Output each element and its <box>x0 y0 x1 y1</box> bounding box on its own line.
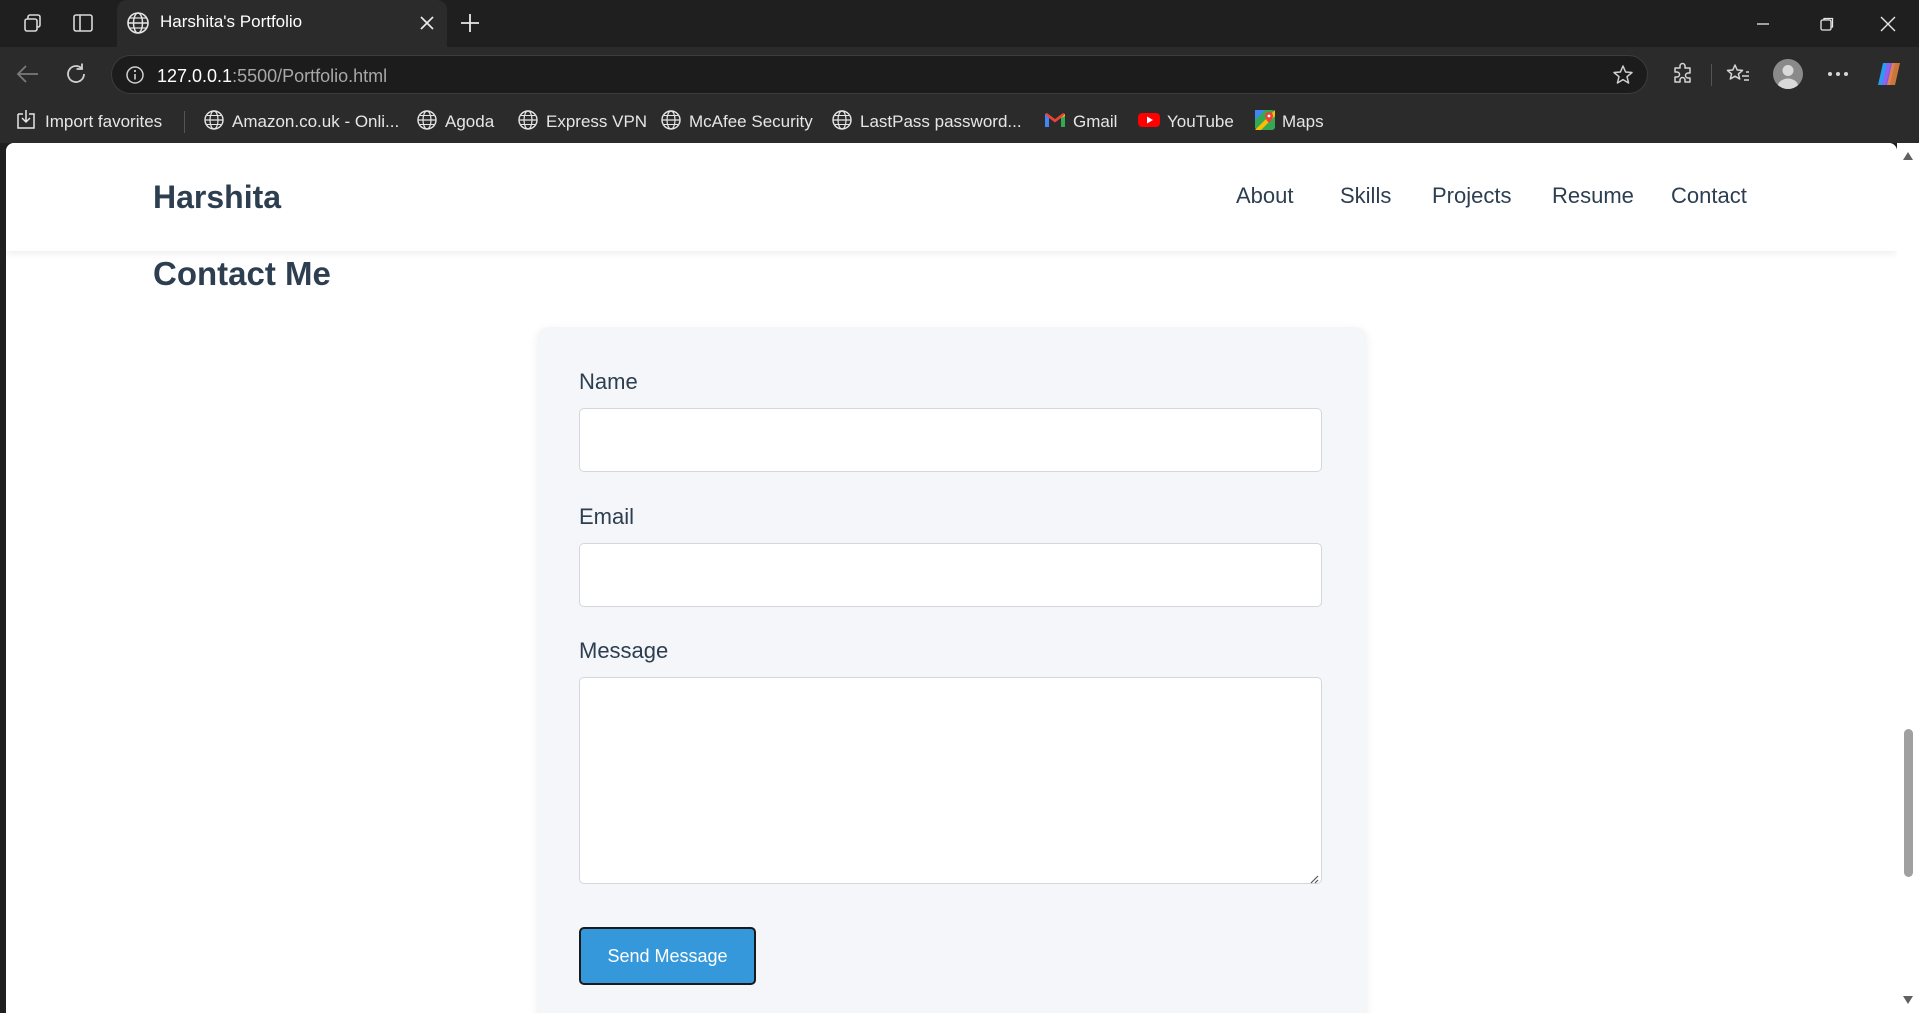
bookmark-agoda[interactable]: Agoda <box>416 109 495 136</box>
vertical-tabs-icon[interactable] <box>68 8 98 38</box>
browser-toolbar: 127.0.0.1:5500/Portfolio.html <box>0 47 1919 101</box>
bookmark-label: Express VPN <box>546 112 648 131</box>
bookmark-label: Import favorites <box>45 112 163 131</box>
send-message-button[interactable]: Send Message <box>579 927 756 985</box>
more-options-icon[interactable] <box>1821 58 1855 90</box>
contact-section-title: Contact Me <box>153 255 331 292</box>
restore-icon[interactable] <box>1796 0 1858 47</box>
active-tab[interactable]: Harshita's Portfolio <box>117 0 447 47</box>
bookmarks-divider <box>184 111 185 133</box>
profile-avatar[interactable] <box>1773 59 1803 89</box>
globe-icon <box>125 10 151 41</box>
message-label: Message <box>579 638 669 663</box>
bookmark-gmail[interactable]: Gmail <box>1044 110 1117 134</box>
youtube-icon <box>1138 112 1160 133</box>
refresh-icon[interactable] <box>60 58 92 90</box>
globe-icon <box>660 109 682 136</box>
bookmark-label: Gmail <box>1073 112 1118 131</box>
bookmark-amazon[interactable]: Amazon.co.uk - Onli... <box>203 109 400 136</box>
globe-icon <box>831 109 853 136</box>
contact-form: Name Email Message Send Message <box>537 327 1367 1013</box>
browser-tab-bar: Harshita's Portfolio <box>0 0 1919 47</box>
bookmark-label: YouTube <box>1167 112 1234 131</box>
extensions-icon[interactable] <box>1666 58 1700 90</box>
nav-contact-link[interactable]: Contact <box>1671 183 1747 209</box>
bookmark-lastpass[interactable]: LastPass password... <box>831 109 1022 136</box>
bookmark-express-vpn[interactable]: Express VPN <box>517 109 648 136</box>
bookmark-label: Maps <box>1282 112 1324 131</box>
bookmark-youtube[interactable]: YouTube <box>1138 110 1234 134</box>
back-icon[interactable] <box>12 58 44 90</box>
nav-about-link[interactable]: About <box>1236 183 1294 209</box>
name-field[interactable] <box>579 408 1322 472</box>
page-scrollbar[interactable] <box>1897 143 1919 1013</box>
new-tab-icon[interactable] <box>455 8 485 38</box>
bookmark-maps[interactable]: Maps <box>1255 109 1324 135</box>
scroll-down-arrow-icon[interactable] <box>1901 993 1915 1007</box>
close-window-icon[interactable] <box>1857 0 1919 47</box>
bookmarks-bar: Import favorites Amazon.co.uk - Onli... … <box>0 101 1919 143</box>
site-header: Harshita About Skills Projects Resume Co… <box>6 143 1897 251</box>
email-field[interactable] <box>579 543 1322 607</box>
globe-icon <box>416 109 438 136</box>
copilot-icon[interactable] <box>1872 58 1906 90</box>
globe-icon <box>517 109 539 136</box>
bookmark-label: Agoda <box>445 112 495 131</box>
nav-resume-link[interactable]: Resume <box>1552 183 1634 209</box>
bookmark-import-favorites[interactable]: Import favorites <box>14 109 163 136</box>
toolbar-divider <box>1711 64 1712 86</box>
site-info-icon[interactable] <box>124 64 146 86</box>
minimize-icon[interactable] <box>1732 0 1794 47</box>
workspaces-icon[interactable] <box>18 8 48 38</box>
message-textarea[interactable] <box>579 677 1322 884</box>
bookmark-mcafee[interactable]: McAfee Security <box>660 109 813 136</box>
tab-title: Harshita's Portfolio <box>160 12 303 31</box>
email-label: Email <box>579 504 635 529</box>
nav-projects-link[interactable]: Projects <box>1432 183 1511 209</box>
page-viewport: Harshita About Skills Projects Resume Co… <box>6 143 1897 1013</box>
nav-skills-link[interactable]: Skills <box>1340 183 1391 209</box>
gmail-icon <box>1044 112 1066 133</box>
url-path: :5500/Portfolio.html <box>232 66 388 86</box>
globe-icon <box>203 109 225 136</box>
url-text: 127.0.0.1:5500/Portfolio.html <box>157 66 387 87</box>
bookmark-label: McAfee Security <box>689 112 813 131</box>
name-label: Name <box>579 369 638 394</box>
favorites-icon[interactable] <box>1721 58 1755 90</box>
import-icon <box>14 109 38 136</box>
scroll-up-arrow-icon[interactable] <box>1901 149 1915 163</box>
scrollbar-thumb[interactable] <box>1904 729 1913 877</box>
close-tab-icon[interactable] <box>414 10 440 36</box>
bookmark-label: Amazon.co.uk - Onli... <box>232 112 400 131</box>
favorite-star-icon[interactable] <box>1611 63 1635 87</box>
bookmark-label: LastPass password... <box>860 112 1022 131</box>
url-host: 127.0.0.1 <box>157 66 233 86</box>
maps-icon <box>1255 109 1275 135</box>
resize-grip-icon[interactable] <box>1309 871 1319 884</box>
site-brand[interactable]: Harshita <box>153 179 281 216</box>
address-bar[interactable]: 127.0.0.1:5500/Portfolio.html <box>111 55 1648 94</box>
